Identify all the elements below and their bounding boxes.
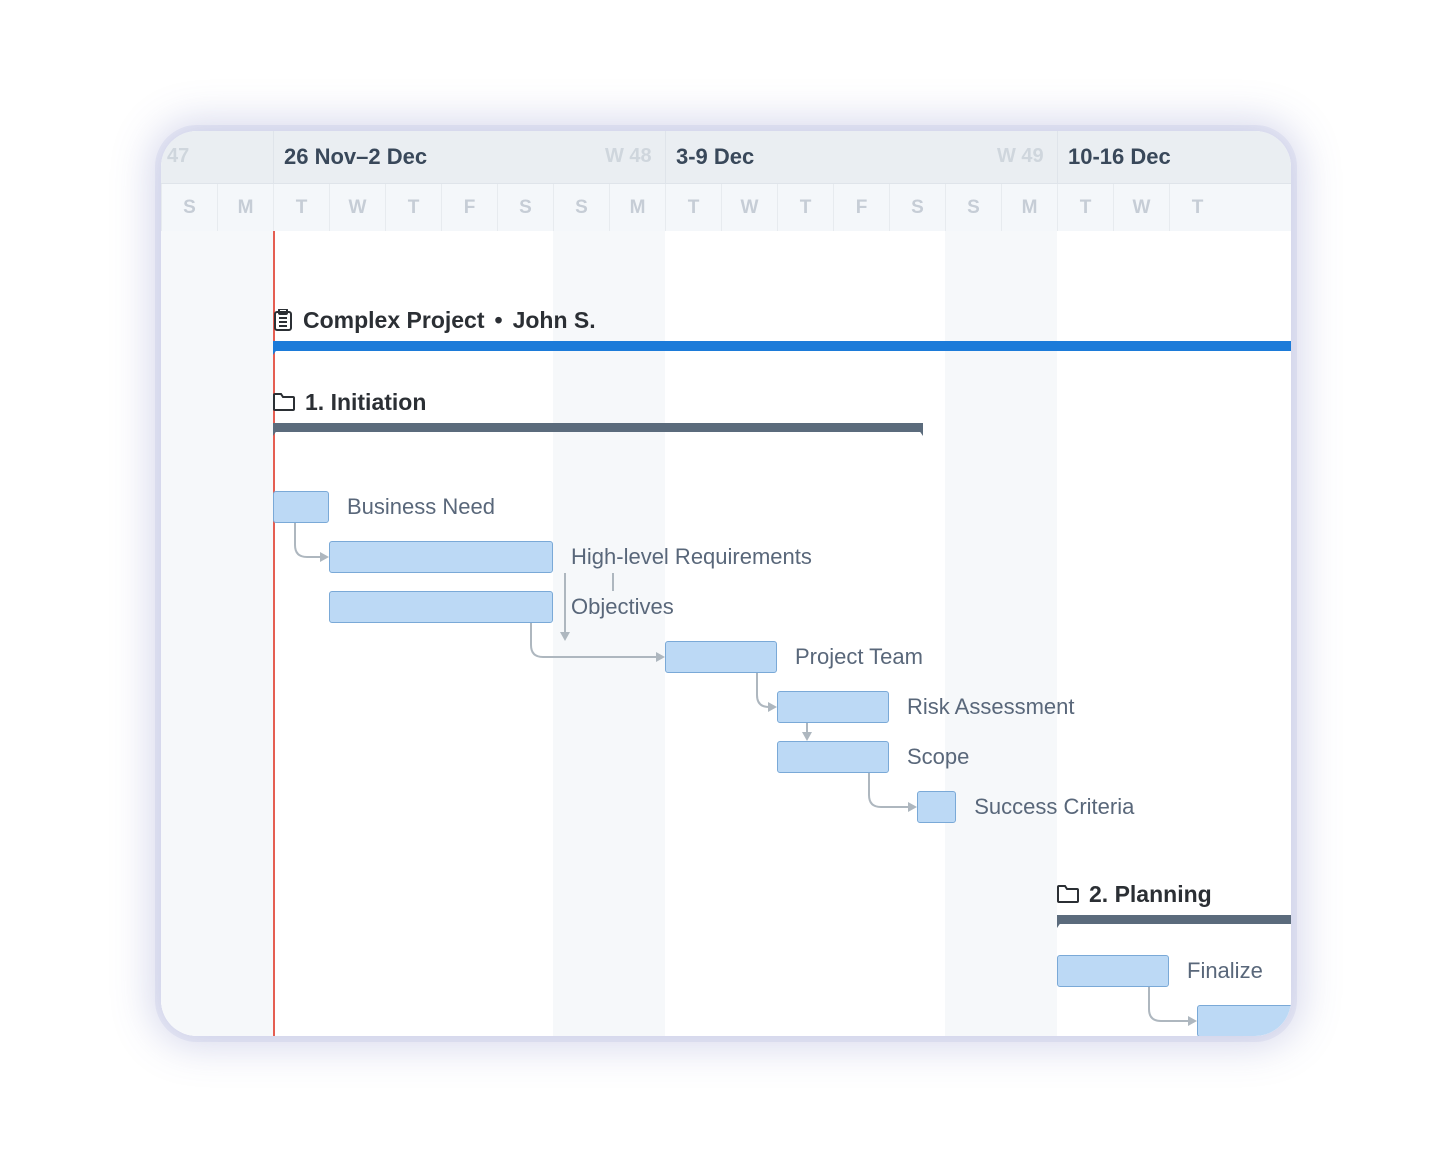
day-header-cell[interactable]: T (1057, 184, 1113, 232)
task-bar-objectives[interactable] (329, 591, 553, 623)
task-label-risk: Risk Assessment (907, 691, 1075, 723)
task-label-objectives: Objectives (571, 591, 674, 623)
task-label-business-need: Business Need (347, 491, 495, 523)
task-bar-scope[interactable] (777, 741, 889, 773)
weekend-band (553, 231, 665, 1036)
day-header-cell[interactable]: M (217, 184, 273, 232)
task-bar-project-team[interactable] (665, 641, 777, 673)
day-header-cell[interactable]: W (329, 184, 385, 232)
task-bar-hlr[interactable] (329, 541, 553, 573)
day-header-cell[interactable]: F (441, 184, 497, 232)
day-header-cell[interactable]: S (889, 184, 945, 232)
day-header-cell[interactable]: T (1169, 184, 1225, 232)
project-title: Complex Project (303, 307, 485, 334)
group-label-planning[interactable]: 2. Planning (1057, 881, 1212, 908)
folder-icon (273, 393, 295, 411)
task-label-project-team: Project Team (795, 641, 923, 673)
weekend-band (945, 231, 1057, 1036)
dot-separator: • (495, 307, 503, 334)
week-number: W 49 (997, 131, 1044, 183)
week-number: 47 (167, 131, 189, 183)
day-header-cell[interactable]: T (777, 184, 833, 232)
day-header-cell[interactable]: S (497, 184, 553, 232)
day-header-cell[interactable]: W (1113, 184, 1169, 232)
task-label-finalize: Finalize (1187, 955, 1263, 987)
day-header-cell[interactable]: F (833, 184, 889, 232)
group-title: 2. Planning (1089, 881, 1212, 908)
weekend-band (161, 231, 273, 1036)
day-header-cell[interactable]: M (609, 184, 665, 232)
day-header-cell[interactable]: M (1001, 184, 1057, 232)
task-bar-business-need[interactable] (273, 491, 329, 523)
task-bar-risk[interactable] (777, 691, 889, 723)
day-header-cell[interactable]: W (721, 184, 777, 232)
week-cell[interactable]: 10-16 Dec (1057, 131, 1291, 183)
group-label-initiation[interactable]: 1. Initiation (273, 389, 426, 416)
task-bar-success[interactable] (917, 791, 956, 823)
project-summary-label[interactable]: Complex Project • John S. (273, 307, 596, 334)
project-owner: John S. (513, 307, 596, 334)
day-header-cell[interactable]: S (161, 184, 217, 232)
week-range-label: 10-16 Dec (1068, 144, 1171, 170)
task-bar-finalize-next[interactable] (1197, 1005, 1291, 1036)
task-label-hlr: High-level Requirements (571, 541, 812, 573)
task-bar-finalize[interactable] (1057, 955, 1169, 987)
day-header-cell[interactable]: T (273, 184, 329, 232)
day-header-cell[interactable]: T (385, 184, 441, 232)
group-bar-planning[interactable] (1057, 915, 1291, 924)
day-header-cell[interactable]: S (553, 184, 609, 232)
week-range-label: 3-9 Dec (676, 144, 754, 170)
folder-icon (1057, 885, 1079, 903)
day-header-cell[interactable]: S (945, 184, 1001, 232)
week-range-label: 26 Nov–2 Dec (284, 144, 427, 170)
task-label-success: Success Criteria (974, 791, 1134, 823)
group-bar-initiation[interactable] (273, 423, 923, 432)
day-header-cell[interactable]: T (665, 184, 721, 232)
week-number: W 48 (605, 131, 652, 183)
group-title: 1. Initiation (305, 389, 426, 416)
task-label-scope: Scope (907, 741, 969, 773)
project-icon (273, 309, 293, 331)
project-summary-bar[interactable] (273, 341, 1291, 351)
